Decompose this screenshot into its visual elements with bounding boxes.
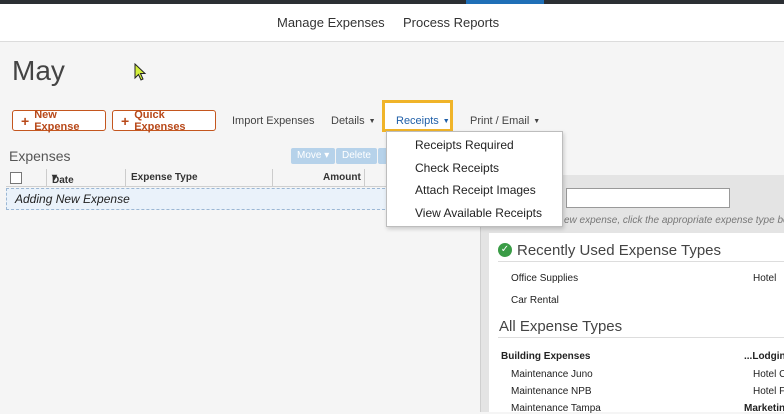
amount-column-header[interactable]: Amount bbox=[323, 172, 361, 183]
import-expenses-label: Import Expenses bbox=[232, 115, 315, 127]
menu-item-attach-receipt-images[interactable]: Attach Receipt Images bbox=[415, 183, 536, 197]
quick-expenses-label: Quick Expenses bbox=[134, 108, 186, 133]
nav-process-reports[interactable]: Process Reports bbox=[403, 15, 499, 30]
print-email-menu[interactable]: Print / Email ▼ bbox=[470, 115, 540, 127]
new-expense-label: New Expense bbox=[34, 108, 80, 133]
expenses-section-label: Expenses bbox=[9, 148, 71, 164]
expense-type-maintenance-npb[interactable]: Maintenance NPB bbox=[511, 386, 592, 397]
import-expenses-link[interactable]: Import Expenses bbox=[232, 115, 315, 127]
recently-used-title: Recently Used Expense Types bbox=[517, 242, 722, 259]
expense-type-maintenance-tampa[interactable]: Maintenance Tampa bbox=[511, 403, 601, 414]
menu-item-check-receipts[interactable]: Check Receipts bbox=[415, 161, 499, 175]
all-expense-types-title: All Expense Types bbox=[499, 318, 623, 335]
date-header-label: Date bbox=[52, 175, 74, 186]
expense-type-hint: ew expense, click the appropriate expens… bbox=[564, 215, 784, 226]
expense-type-column-header[interactable]: Expense Type bbox=[131, 172, 198, 183]
category-marketing: Marketin bbox=[744, 403, 784, 414]
column-separator bbox=[272, 169, 273, 186]
expenses-table-header: Date ▾ Expense Type Amount bbox=[6, 169, 390, 187]
mouse-cursor-icon bbox=[134, 63, 147, 81]
category-lodging: ...Lodgin bbox=[744, 351, 784, 362]
expense-type-hotel-f[interactable]: Hotel F bbox=[753, 386, 784, 397]
expense-type-search-input[interactable] bbox=[566, 188, 730, 208]
date-column-header[interactable]: Date ▾ bbox=[52, 172, 74, 186]
select-all-checkbox[interactable] bbox=[10, 172, 22, 184]
expense-type-office-supplies[interactable]: Office Supplies bbox=[511, 273, 578, 284]
column-separator bbox=[364, 169, 365, 186]
delete-button[interactable]: Delete bbox=[336, 148, 377, 164]
details-label: Details bbox=[331, 115, 365, 127]
divider bbox=[498, 261, 784, 262]
column-separator bbox=[46, 169, 47, 186]
plus-icon: + bbox=[121, 112, 130, 129]
caret-down-icon: ▼ bbox=[368, 118, 376, 125]
menu-item-receipts-required[interactable]: Receipts Required bbox=[415, 138, 514, 152]
caret-down-icon: ▼ bbox=[442, 118, 450, 125]
move-button[interactable]: Move ▾ bbox=[291, 148, 336, 164]
receipts-label: Receipts bbox=[396, 115, 439, 127]
sub-navigation: Manage Expenses Process Reports bbox=[0, 4, 784, 42]
expense-type-hotel-c[interactable]: Hotel C bbox=[753, 369, 784, 380]
new-expense-button[interactable]: + New Expense bbox=[12, 108, 106, 133]
move-label: Move bbox=[297, 150, 322, 161]
nav-manage-expenses[interactable]: Manage Expenses bbox=[277, 15, 385, 30]
expense-type-maintenance-juno[interactable]: Maintenance Juno bbox=[511, 369, 593, 380]
column-separator bbox=[125, 169, 126, 186]
receipts-dropdown-menu: Receipts Required Check Receipts Attach … bbox=[386, 131, 563, 227]
menu-item-view-available-receipts[interactable]: View Available Receipts bbox=[415, 206, 542, 220]
plus-icon: + bbox=[21, 112, 30, 129]
receipts-menu-button[interactable]: Receipts ▼ bbox=[396, 115, 450, 127]
quick-expenses-button[interactable]: + Quick Expenses bbox=[112, 108, 216, 133]
page-title: May bbox=[12, 55, 65, 86]
divider bbox=[498, 337, 784, 338]
check-circle-icon: ✓ bbox=[498, 243, 512, 257]
expense-type-car-rental[interactable]: Car Rental bbox=[511, 295, 559, 306]
category-building-expenses: Building Expenses bbox=[501, 351, 591, 362]
adding-new-expense-row[interactable]: Adding New Expense bbox=[6, 188, 390, 210]
expense-type-hotel[interactable]: Hotel bbox=[753, 273, 776, 284]
details-menu[interactable]: Details ▼ bbox=[331, 115, 376, 127]
caret-down-icon: ▼ bbox=[533, 118, 541, 125]
print-email-label: Print / Email bbox=[470, 115, 530, 127]
